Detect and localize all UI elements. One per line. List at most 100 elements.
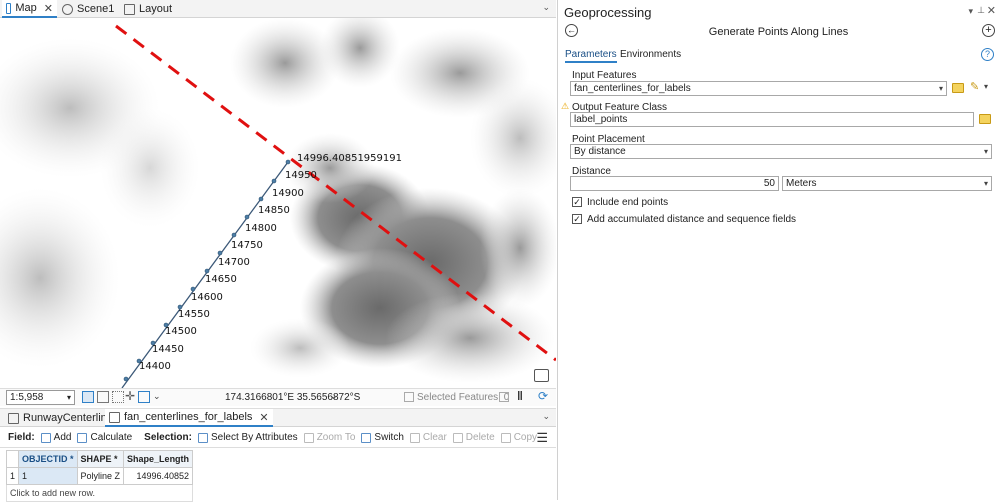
tab-fan-centerlines[interactable]: fan_centerlines_for_labels ✕ [105, 409, 273, 427]
delete-label: Delete [465, 432, 495, 443]
close-icon[interactable]: ✕ [259, 411, 268, 424]
copy-button[interactable]: Copy [500, 432, 537, 443]
add-icon[interactable]: + [982, 24, 995, 37]
map-label: 14400 [139, 361, 171, 372]
include-end-points-label: Include end points [587, 197, 669, 208]
selected-features-count: Selected Features: 0 [417, 392, 510, 403]
tab-overflow-chevron-icon[interactable]: ⌄ [542, 411, 550, 422]
clear-button[interactable]: Clear [409, 432, 447, 443]
map-label: 14650 [205, 274, 237, 285]
map-label-end: 14996.40851959191 [297, 153, 402, 164]
navigator-icon[interactable] [534, 369, 549, 382]
map-label: 14750 [231, 240, 263, 251]
switch-label: Switch [374, 432, 404, 443]
chevron-down-icon[interactable]: ⌄ [153, 391, 161, 402]
input-features-label: Input Features [572, 70, 637, 81]
chevron-down-icon[interactable]: ▾ [968, 6, 973, 17]
copy-icon [500, 432, 511, 443]
add-field-label: Add [53, 432, 72, 443]
zoom-to-button[interactable]: Zoom To [303, 432, 355, 443]
delete-button[interactable]: Delete [452, 432, 495, 443]
scale-value: 1:5,958 [10, 392, 44, 403]
tab-parameters[interactable]: Parameters [565, 49, 617, 63]
scene-icon [62, 3, 73, 15]
refresh-icon[interactable]: ⟳ [538, 389, 548, 403]
chevron-down-icon: ▾ [983, 147, 988, 156]
row-index-header [5, 450, 20, 468]
tab-scene[interactable]: Scene1 [58, 0, 118, 18]
chevron-down-icon: ▾ [938, 84, 943, 93]
sketch-pencil-icon[interactable]: ✎ [970, 80, 979, 93]
close-icon[interactable]: ✕ [44, 2, 53, 15]
help-icon[interactable]: ? [981, 48, 994, 61]
attribute-toolbar: Field: Add Calculate Selection: Select B… [0, 428, 556, 448]
select-by-attributes-icon [197, 432, 208, 443]
delete-icon [452, 432, 463, 443]
column-header-shape-length[interactable]: Shape_Length [123, 450, 194, 468]
close-icon[interactable]: ✕ [987, 4, 996, 17]
table-icon [109, 411, 120, 423]
table-row[interactable]: 1 1 Polyline Z 14996.40852 [5, 467, 194, 485]
add-row-text[interactable]: Click to add new row. [5, 484, 194, 502]
map-canvas[interactable]: 14996.40851959191 14950 14900 14850 1480… [0, 18, 556, 388]
column-header-shape[interactable]: SHAPE * [76, 450, 125, 468]
grid-icon[interactable] [82, 391, 94, 403]
output-feature-class-input[interactable]: label_points [570, 112, 974, 127]
selection-icon [404, 392, 414, 402]
scale-dropdown[interactable]: 1:5,958 ▾ [6, 390, 75, 405]
geoprocessing-pane: Geoprocessing ▾ ⊥ ✕ ← Generate Points Al… [557, 0, 999, 500]
input-features-dropdown[interactable]: fan_centerlines_for_labels ▾ [570, 81, 947, 96]
tab-runway-centerline[interactable]: RunwayCenterline [4, 409, 117, 427]
tab-layout[interactable]: Layout [120, 0, 176, 18]
cell-shape[interactable]: Polyline Z [76, 467, 125, 485]
cell-objectid[interactable]: 1 [18, 467, 78, 485]
cell-shape-length[interactable]: 14996.40852 [123, 467, 194, 485]
input-features-value: fan_centerlines_for_labels [574, 83, 691, 94]
crosshair-icon[interactable]: ✛ [125, 389, 135, 403]
tab-scene-label: Scene1 [77, 3, 115, 15]
selection-label: Selection: [144, 432, 192, 443]
layout-icon [124, 3, 135, 15]
distance-unit-dropdown[interactable]: Meters ▾ [782, 176, 992, 191]
tab-environments[interactable]: Environments [620, 49, 681, 60]
folder-icon[interactable] [979, 114, 991, 124]
map-label: 14500 [165, 326, 197, 337]
include-end-points-checkbox[interactable]: ✓ [572, 197, 582, 207]
map-icon [6, 2, 12, 14]
tab-overflow-chevron-icon[interactable]: ⌄ [542, 2, 550, 13]
row-index: 1 [5, 467, 20, 485]
calculate-button[interactable]: Calculate [77, 432, 132, 443]
add-row[interactable]: Click to add new row. [5, 484, 194, 502]
distance-input[interactable]: 50 [570, 176, 779, 191]
calculator-icon [77, 432, 88, 443]
folder-icon[interactable] [952, 83, 964, 93]
switch-button[interactable]: Switch [361, 432, 404, 443]
clear-icon [409, 432, 420, 443]
snapping-icon[interactable] [112, 391, 124, 403]
table-view-icon[interactable] [97, 391, 109, 403]
chevron-down-icon: ▾ [983, 179, 988, 188]
add-accumulated-label: Add accumulated distance and sequence fi… [587, 214, 797, 225]
add-field-button[interactable]: Add [40, 432, 72, 443]
zoom-selection-icon[interactable] [499, 392, 509, 402]
map-label: 14900 [272, 188, 304, 199]
tab-map[interactable]: Map ✕ [2, 0, 57, 18]
chevron-down-icon[interactable]: ▾ [984, 82, 988, 91]
field-label: Field: [8, 432, 35, 443]
pin-icon[interactable]: ⊥ [977, 5, 985, 16]
select-by-attributes-button[interactable]: Select By Attributes [197, 432, 298, 443]
point-placement-dropdown[interactable]: By distance ▾ [570, 144, 992, 159]
add-accumulated-checkbox[interactable]: ✓ [572, 214, 582, 224]
column-header-objectid[interactable]: OBJECTID * [18, 450, 78, 468]
warning-icon: ⚠ [561, 101, 570, 111]
attribute-tabbar: RunwayCenterline fan_centerlines_for_lab… [0, 408, 556, 427]
pause-icon[interactable]: ‖ [517, 389, 523, 403]
constraint-icon[interactable] [138, 391, 150, 403]
map-label: 14550 [178, 309, 210, 320]
chevron-down-icon[interactable]: ⌄ [330, 391, 338, 402]
tab-fan-label: fan_centerlines_for_labels [124, 411, 253, 423]
terrain-svg [0, 18, 556, 388]
switch-icon [361, 432, 372, 443]
table-menu-icon[interactable]: ☰ [536, 430, 548, 446]
distance-value: 50 [763, 178, 775, 189]
